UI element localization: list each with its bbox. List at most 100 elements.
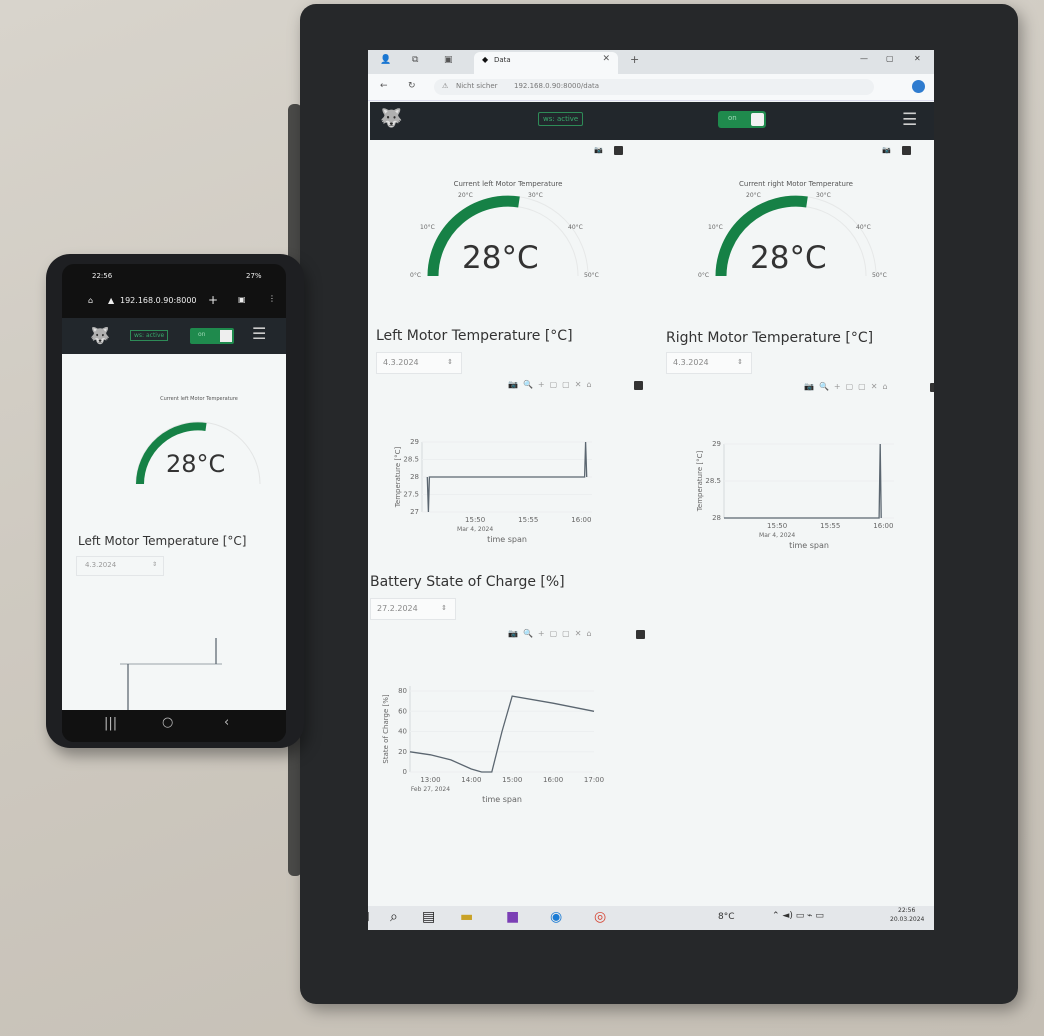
- url-text: 192.168.0.90:8000/data: [514, 82, 600, 90]
- recents-icon[interactable]: |||: [104, 716, 117, 731]
- more-icon[interactable]: ⋮: [268, 294, 276, 303]
- x-tick-label: 17:00: [584, 776, 604, 784]
- phone-status-bar: 22:56 27%: [62, 264, 286, 284]
- y-axis-label: Temperature [°C]: [394, 447, 402, 509]
- app-header: 🐺 ws: active on ☰: [370, 102, 934, 140]
- chart-modebar[interactable]: 📷🔍+▢▢✕⌂: [508, 629, 597, 638]
- battery-title: Battery State of Charge [%]: [370, 574, 565, 590]
- home-icon[interactable]: ⌂: [88, 296, 93, 305]
- date-value: 4.3.2024: [383, 358, 419, 367]
- plotly-logo-icon[interactable]: [930, 383, 934, 392]
- phone-content: Current left Motor Temperature 28°C Left…: [62, 354, 286, 710]
- wolf-logo-icon[interactable]: 🐺: [380, 108, 406, 134]
- add-tab-icon[interactable]: +: [208, 293, 218, 307]
- tab-title: Data: [494, 56, 511, 64]
- right-temp-chart: 28 28.5 29 15:50 15:55 16:00 Mar 4, 2024 time s…: [696, 440, 894, 550]
- clock-date: 20.03.2024: [890, 916, 925, 923]
- back-icon[interactable]: ‹: [224, 715, 229, 730]
- toggle-knob: [220, 330, 232, 342]
- x-subtick-label: Mar 4, 2024: [457, 526, 493, 533]
- battery-percent: 27%: [246, 272, 262, 280]
- y-tick-label: 20: [398, 748, 407, 756]
- weather-temp[interactable]: 8°C: [718, 912, 735, 922]
- ws-status-badge: ws: active: [130, 330, 169, 341]
- y-tick-label: 28.5: [705, 477, 721, 485]
- tab-data[interactable]: ◆ Data ✕: [474, 52, 618, 74]
- wolf-logo-icon[interactable]: 🐺: [90, 326, 110, 345]
- tray-icons[interactable]: ⌃ ◄) ▭ ⌁ ▭: [772, 911, 824, 921]
- home-button-icon[interactable]: ○: [162, 715, 173, 730]
- toggle-knob: [751, 113, 764, 126]
- tick-label: 40°C: [568, 224, 583, 231]
- start-icon[interactable]: ⊞: [368, 909, 370, 925]
- tick-label: 30°C: [816, 192, 831, 199]
- back-icon[interactable]: ←: [380, 81, 388, 91]
- profile-icon[interactable]: 👤: [380, 55, 391, 65]
- x-tick-label: 16:00: [571, 516, 591, 524]
- camera-icon[interactable]: 📷: [882, 146, 891, 154]
- tick-label: 10°C: [708, 224, 723, 231]
- gauge-title: Current left Motor Temperature: [160, 396, 238, 402]
- copilot-icon[interactable]: [912, 80, 925, 93]
- close-window-icon[interactable]: ✕: [914, 54, 921, 63]
- gauge-value: 28°C: [750, 240, 827, 276]
- spin-icon: ⇕: [441, 604, 447, 612]
- tab-actions-icon[interactable]: ▣: [444, 55, 453, 65]
- plotly-logo-icon[interactable]: [902, 146, 911, 155]
- camera-icon[interactable]: 📷: [594, 146, 603, 154]
- ws-status-badge: ws: active: [538, 112, 584, 126]
- tabs-count-icon[interactable]: ▣: [238, 295, 246, 304]
- spin-icon: ⇕: [737, 358, 743, 366]
- edge-icon[interactable]: ◉: [550, 909, 562, 925]
- phone-app-header: 🐺 ws: active on ☰: [62, 318, 286, 354]
- chart-modebar[interactable]: 📷🔍+▢▢✕⌂: [508, 380, 597, 389]
- y-tick-label: 0: [403, 768, 407, 776]
- x-axis-label: time span: [487, 535, 527, 544]
- close-tab-icon[interactable]: ✕: [602, 54, 610, 64]
- toggle-label: on: [728, 114, 737, 122]
- minimize-icon[interactable]: —: [860, 54, 868, 63]
- on-toggle[interactable]: on: [718, 111, 766, 128]
- phone-date-select[interactable]: 4.3.2024 ⇕: [76, 556, 164, 576]
- search-icon[interactable]: ⌕: [390, 909, 398, 925]
- on-toggle[interactable]: on: [190, 328, 234, 344]
- file-explorer-icon[interactable]: ▬: [460, 909, 473, 925]
- tick-label: 10°C: [420, 224, 435, 231]
- address-bar[interactable]: ⚠ Nicht sicher 192.168.0.90:8000/data: [434, 79, 874, 95]
- y-tick-label: 60: [398, 707, 407, 715]
- left-date-select[interactable]: 4.3.2024 ⇕: [376, 352, 462, 374]
- gauge-value: 28°C: [462, 240, 539, 276]
- menu-icon[interactable]: ☰: [252, 324, 266, 343]
- new-tab-button[interactable]: +: [630, 53, 639, 66]
- battery-date-select[interactable]: 27.2.2024 ⇕: [370, 598, 456, 620]
- right-temp-title: Right Motor Temperature [°C]: [666, 330, 874, 346]
- favicon-icon: ◆: [482, 55, 489, 64]
- clock-time: 22:56: [898, 907, 916, 914]
- spin-icon: ⇕: [447, 358, 453, 366]
- series-line: [426, 441, 588, 513]
- tick-label: 20°C: [458, 192, 473, 199]
- phone-url[interactable]: 192.168.0.90:8000: [120, 296, 197, 305]
- refresh-icon[interactable]: ↻: [408, 81, 416, 91]
- task-view-icon[interactable]: ▤: [422, 909, 435, 925]
- collections-icon[interactable]: ⧉: [412, 55, 418, 65]
- status-time: 22:56: [92, 272, 113, 280]
- browser-tabstrip: 👤 ⧉ ▣ ◆ Data ✕ + — ▢ ✕: [368, 50, 934, 74]
- menu-icon[interactable]: ☰: [902, 110, 917, 130]
- maximize-icon[interactable]: ▢: [886, 54, 894, 63]
- right-date-select[interactable]: 4.3.2024 ⇕: [666, 352, 752, 374]
- chrome-icon[interactable]: ◎: [594, 909, 606, 925]
- y-tick-label: 27: [410, 508, 419, 516]
- tick-label: 20°C: [746, 192, 761, 199]
- plotly-logo-icon[interactable]: [614, 146, 623, 155]
- browser-toolbar: ← ↻ ⚠ Nicht sicher 192.168.0.90:8000/dat…: [368, 74, 934, 101]
- plotly-logo-icon[interactable]: [634, 381, 643, 390]
- onenote-icon[interactable]: ■: [506, 909, 519, 925]
- y-axis-label: Temperature [°C]: [696, 451, 704, 513]
- toggle-label: on: [198, 331, 206, 338]
- plotly-logo-icon[interactable]: [636, 630, 645, 639]
- y-tick-label: 40: [398, 728, 407, 736]
- battery-chart: 0 20 40 60 80 13:00 14:00 15:00 16:00 17:00 Feb 27…: [382, 686, 604, 804]
- phone-temp-chart: [120, 638, 222, 710]
- chart-modebar[interactable]: 📷🔍+▢▢✕⌂: [804, 382, 893, 391]
